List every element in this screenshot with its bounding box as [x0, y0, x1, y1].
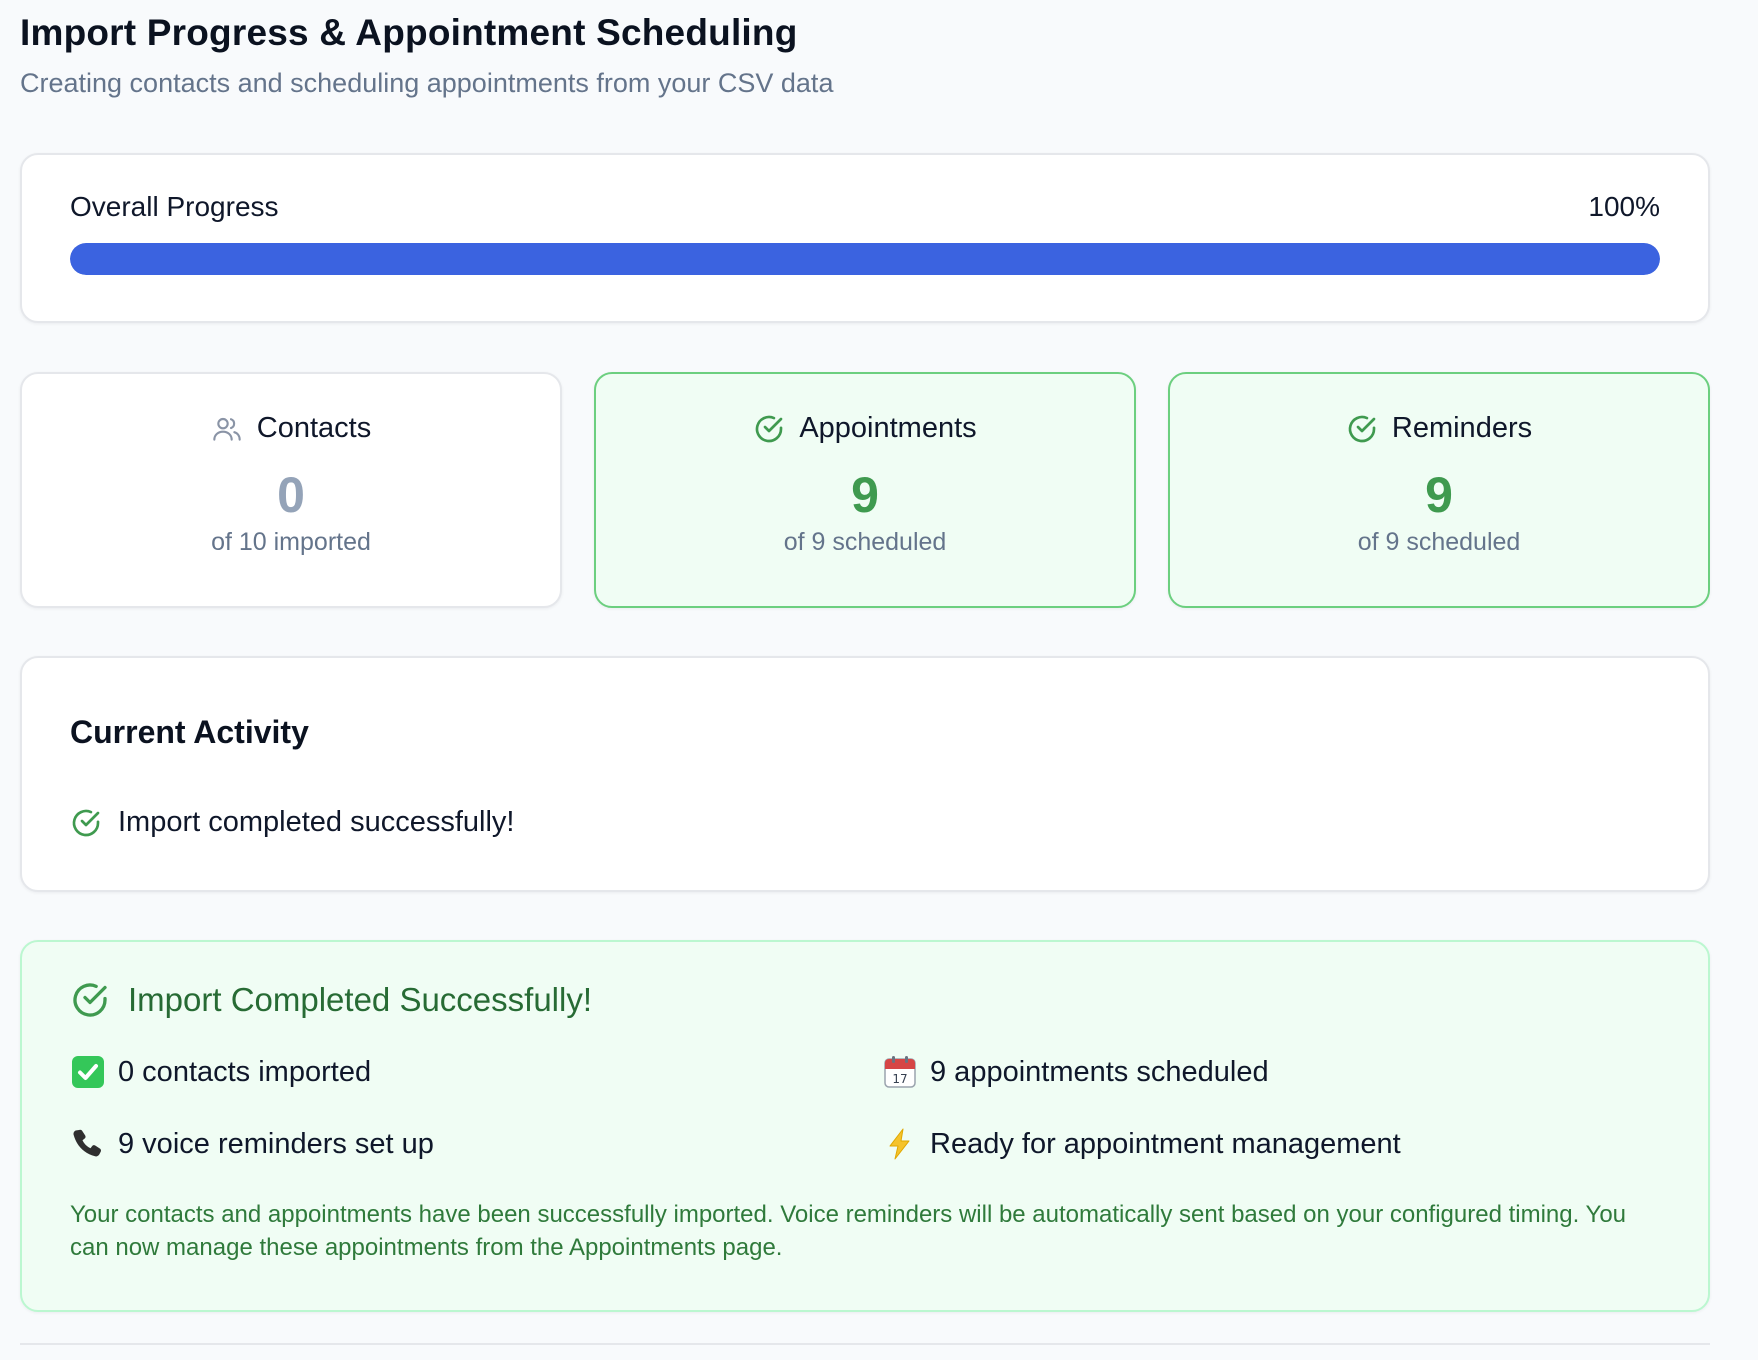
- contacts-stat-sub: of 10 imported: [211, 528, 371, 556]
- check-circle-icon: [72, 809, 100, 836]
- telephone-emoji-icon: [70, 1126, 106, 1162]
- summary-item-appointments-text: 9 appointments scheduled: [930, 1055, 1269, 1088]
- appointments-stat-label: Appointments: [799, 412, 977, 444]
- page-subtitle: Creating contacts and scheduling appoint…: [20, 68, 834, 98]
- current-activity-card: Current Activity Import completed succes…: [20, 656, 1710, 892]
- summary-item-appointments: 17 9 appointments scheduled: [882, 1054, 1269, 1090]
- reminders-stat-header: Reminders: [1170, 412, 1708, 445]
- calendar-emoji-icon: 17: [882, 1054, 918, 1090]
- appointments-stat-card: Appointments 9 of 9 scheduled: [594, 372, 1136, 608]
- activity-status-row: Import completed successfully!: [70, 806, 514, 839]
- progress-percent: 100%: [1588, 191, 1660, 222]
- progress-label: Overall Progress: [70, 191, 279, 222]
- reminders-stat-sub: of 9 scheduled: [1357, 528, 1521, 556]
- reminders-stat-card: Reminders 9 of 9 scheduled: [1168, 372, 1710, 608]
- progress-bar: [70, 243, 1660, 275]
- activity-message: Import completed successfully!: [118, 806, 515, 838]
- import-complete-summary: Import Completed Successfully! 0 contact…: [20, 940, 1710, 1312]
- summary-note: Your contacts and appointments have been…: [70, 1201, 1627, 1261]
- import-progress-page: Import Progress & Appointment Scheduling…: [0, 0, 1758, 1360]
- appointments-stat-header: Appointments: [596, 412, 1134, 445]
- summary-item-reminders: 9 voice reminders set up: [70, 1126, 434, 1162]
- lightning-emoji-icon: [882, 1126, 918, 1162]
- bottom-divider: [20, 1343, 1710, 1345]
- overall-progress-card: Overall Progress 100%: [20, 153, 1710, 323]
- summary-item-reminders-text: 9 voice reminders set up: [118, 1127, 434, 1160]
- summary-item-ready: Ready for appointment management: [882, 1126, 1401, 1162]
- summary-item-contacts: 0 contacts imported: [70, 1054, 371, 1090]
- page-title: Import Progress & Appointment Scheduling: [20, 12, 798, 53]
- appointments-stat-sub: of 9 scheduled: [783, 528, 947, 556]
- check-circle-icon: [756, 415, 783, 442]
- users-icon: [213, 417, 241, 441]
- current-activity-title: Current Activity: [70, 714, 309, 750]
- check-circle-icon: [73, 983, 107, 1017]
- summary-item-contacts-text: 0 contacts imported: [118, 1055, 372, 1088]
- summary-item-ready-text: Ready for appointment management: [930, 1127, 1401, 1160]
- contacts-stat-label: Contacts: [256, 412, 372, 444]
- reminders-stat-value: 9: [1425, 467, 1453, 523]
- contacts-stat-header: Contacts: [22, 412, 560, 445]
- contacts-stat-card: Contacts 0 of 10 imported: [20, 372, 562, 608]
- check-circle-icon: [1348, 415, 1376, 442]
- svg-text:17: 17: [892, 1072, 907, 1086]
- progress-bar-fill: [70, 243, 1660, 275]
- appointments-stat-value: 9: [851, 467, 879, 523]
- summary-title: Import Completed Successfully!: [128, 981, 593, 1018]
- reminders-stat-label: Reminders: [1391, 412, 1533, 444]
- contacts-stat-value: 0: [277, 467, 305, 523]
- summary-title-row: Import Completed Successfully!: [70, 980, 592, 1020]
- check-mark-emoji-icon: [70, 1054, 106, 1090]
